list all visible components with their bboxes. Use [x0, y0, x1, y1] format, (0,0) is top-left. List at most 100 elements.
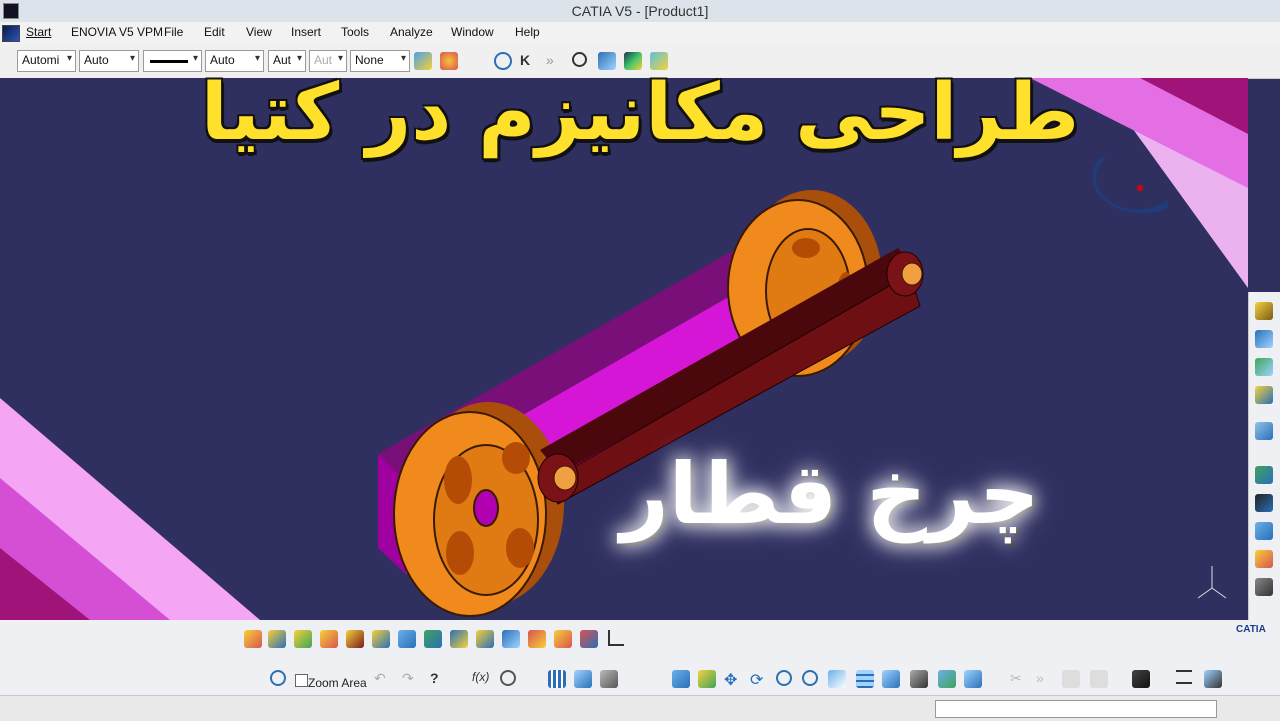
hide-show-icon[interactable]: [938, 670, 956, 688]
fill-color-combo[interactable]: Automi ▾: [17, 50, 76, 72]
menu-file[interactable]: File: [164, 25, 183, 39]
lock-icon[interactable]: [600, 670, 618, 688]
rotate-icon[interactable]: ⟳: [750, 670, 768, 689]
rear-wheel-hole: [792, 238, 820, 258]
catia-brand-text: CATIA: [1236, 624, 1266, 635]
line-type-value: Auto: [210, 53, 235, 67]
right-vertical-toolbar: [1248, 292, 1280, 622]
kinematics-joint-icon[interactable]: [244, 630, 262, 648]
prismatic-joint-icon[interactable]: [294, 630, 312, 648]
chevron-down-icon: ▾: [66, 53, 72, 64]
transparency-value: Auto: [84, 53, 109, 67]
menu-insert[interactable]: Insert: [291, 25, 321, 39]
menu-analyze[interactable]: Analyze: [390, 25, 433, 39]
formula-icon[interactable]: f(x): [472, 670, 490, 688]
swept-volume-icon[interactable]: [554, 630, 572, 648]
manipulation-icon[interactable]: [1255, 422, 1273, 440]
bottom-toolbars: ↶ ↷ ? f(x) ✥ ⟳ ✂ »: [0, 620, 1280, 695]
fly-icon[interactable]: [672, 670, 690, 688]
disabled-tool-icon: [1090, 670, 1108, 688]
magnifier-icon[interactable]: [572, 52, 587, 67]
command-input[interactable]: [935, 700, 1217, 718]
fit-all-icon[interactable]: [698, 670, 716, 688]
trace-icon[interactable]: [580, 630, 598, 648]
shading-mode-icon[interactable]: [910, 670, 928, 688]
snap-icon[interactable]: [1255, 494, 1273, 512]
catia-logo: CATIA: [1236, 624, 1266, 635]
menu-edit[interactable]: Edit: [204, 25, 225, 39]
axis-y-line: [1211, 587, 1227, 599]
zoom-out-icon[interactable]: [802, 670, 818, 686]
fixed-part-icon[interactable]: [372, 630, 390, 648]
table-icon[interactable]: [548, 670, 566, 688]
constraint-icon[interactable]: [1255, 466, 1273, 484]
normal-view-icon[interactable]: [828, 670, 846, 688]
overlay-title: طراحی مکانیزم در کتیا: [200, 68, 1080, 158]
clash-icon[interactable]: [528, 630, 546, 648]
disabled-tool-icon: »: [1036, 670, 1044, 686]
zoom-icon[interactable]: [270, 670, 286, 686]
menu-view[interactable]: View: [246, 25, 272, 39]
menu-tools[interactable]: Tools: [341, 25, 369, 39]
axis-triad: [1197, 566, 1227, 599]
chevron-down-icon: ▾: [254, 53, 260, 64]
chevron-down-icon: ▾: [296, 53, 302, 64]
revolute-joint-icon[interactable]: [268, 630, 286, 648]
replay-icon[interactable]: [502, 630, 520, 648]
menu-enovia[interactable]: ENOVIA V5 VPM: [71, 25, 163, 39]
insert-component-icon[interactable]: [1255, 330, 1273, 348]
stop-manipulate-icon[interactable]: [1255, 550, 1273, 568]
menu-window[interactable]: Window: [451, 25, 494, 39]
disabled-tool-icon: [1062, 670, 1080, 688]
iso-view-icon[interactable]: [882, 670, 900, 688]
sensor-icon[interactable]: [450, 630, 468, 648]
rendering-style-value: Aut: [314, 53, 333, 67]
compass-widget[interactable]: [1092, 156, 1168, 214]
chevron-down-icon: ▾: [400, 53, 406, 64]
simulation-icon[interactable]: [398, 630, 416, 648]
crank-pin-front: [553, 465, 577, 491]
exit-workbench-icon[interactable]: [1204, 670, 1222, 688]
compile-simulation-icon[interactable]: [476, 630, 494, 648]
front-wheel-hub: [473, 489, 499, 527]
layer-value: None: [355, 53, 384, 67]
multi-view-icon[interactable]: [856, 670, 874, 688]
front-wheel-hole: [506, 528, 534, 568]
front-wheel-hole: [444, 456, 472, 504]
menu-start[interactable]: Start: [26, 25, 51, 39]
disabled-tool-icon: ✂: [1010, 670, 1022, 686]
zoom-area-label: Zoom Area: [294, 676, 367, 690]
transparency-combo[interactable]: Auto ▾: [79, 50, 139, 72]
law-icon[interactable]: [424, 630, 442, 648]
redo-icon: ↷: [402, 670, 414, 686]
crank-pin-rear: [901, 262, 923, 286]
pan-icon[interactable]: ✥: [724, 670, 742, 689]
catalog-icon[interactable]: [574, 670, 592, 688]
front-wheel-hole: [446, 531, 474, 575]
camera-icon[interactable]: [1132, 670, 1150, 688]
swap-space-icon[interactable]: [964, 670, 982, 688]
product-structure-icon[interactable]: [1255, 302, 1273, 320]
cylindrical-joint-icon[interactable]: [320, 630, 338, 648]
window-title: CATIA V5 - [Product1]: [571, 3, 709, 19]
measure-icon[interactable]: [1176, 670, 1192, 684]
existing-component-icon[interactable]: [1255, 358, 1273, 376]
zoom-in-icon[interactable]: [776, 670, 792, 686]
menu-help[interactable]: Help: [515, 25, 540, 39]
front-wheel-hole: [502, 442, 530, 474]
explode-icon[interactable]: [1255, 522, 1273, 540]
chevron-down-icon: ▾: [192, 53, 198, 64]
status-bar: [0, 695, 1280, 721]
overlay-subtitle: چرخ قطار: [620, 445, 1040, 543]
rigid-joint-icon[interactable]: [346, 630, 364, 648]
replace-component-icon[interactable]: [1255, 386, 1273, 404]
chevron-down-icon: ▾: [129, 53, 135, 64]
chevron-down-icon: ▾: [337, 53, 343, 64]
fill-color-value: Automi: [22, 53, 60, 67]
axis-x-line: [1197, 587, 1213, 599]
axis-system-icon[interactable]: [608, 630, 624, 646]
update-icon[interactable]: [1255, 578, 1273, 596]
whats-this-icon[interactable]: ?: [430, 670, 448, 688]
start-menu-icon[interactable]: [2, 25, 20, 42]
knowledge-icon[interactable]: [500, 670, 516, 686]
